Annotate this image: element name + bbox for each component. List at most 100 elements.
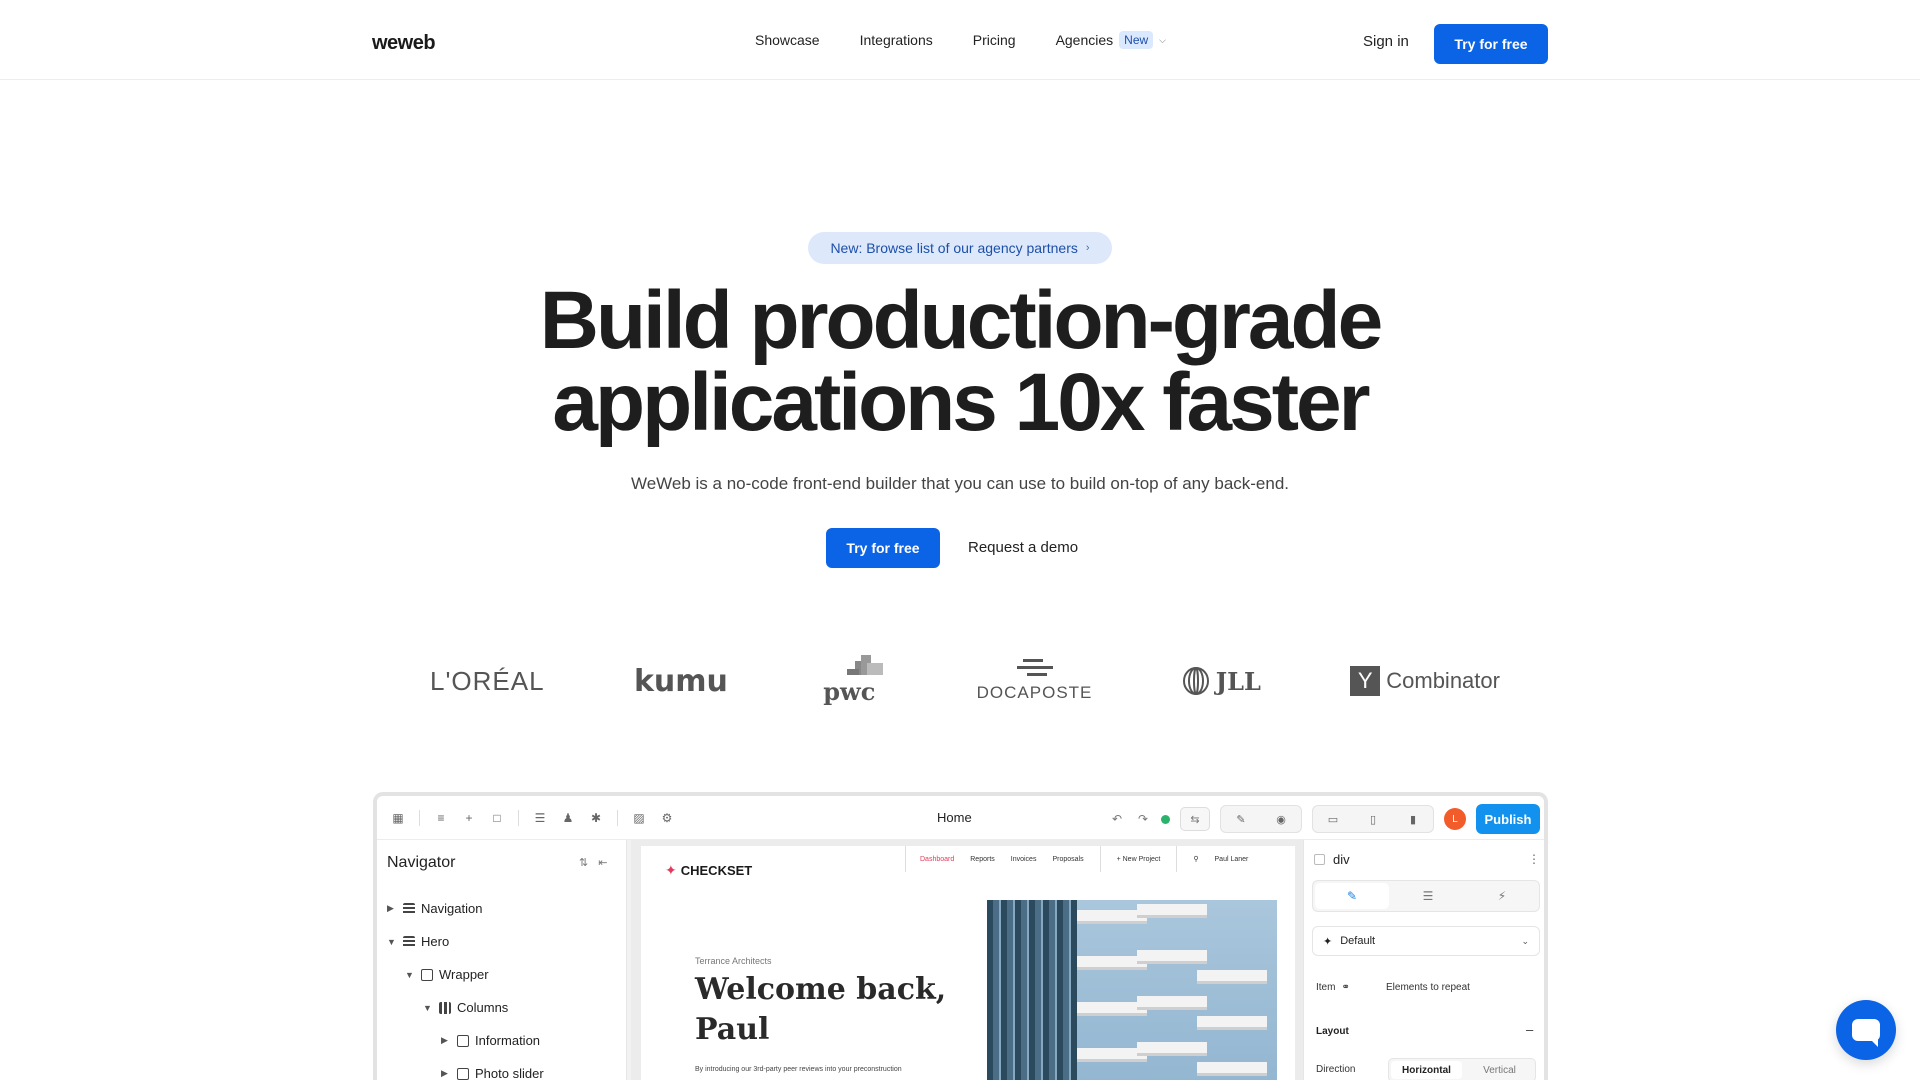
preview-search-icon[interactable]: ⚲ [1193,855,1198,863]
preview-divider [1099,846,1101,872]
tree-item-hero[interactable]: ▼ Hero [387,925,544,958]
bind-icon[interactable]: ⚭ [1341,982,1349,993]
layout-section-title: Layout [1316,1026,1349,1037]
element-tag: div [1333,852,1350,867]
gear-icon[interactable]: ⚙ [660,811,674,825]
hero-headline: Build production-grade applications 10x … [0,280,1920,444]
try-for-free-button[interactable]: Try for free [1434,24,1548,64]
preview-menu: Dashboard Reports Invoices Proposals + N… [905,846,1248,872]
checkset-logo: ✦ CHECKSET [665,862,752,879]
collapse-section-icon[interactable]: – [1526,1022,1533,1037]
y-combinator-logo: Y Combinator [1350,666,1500,696]
sync-icon[interactable]: ⇆ [1180,807,1210,831]
nav-link-showcase[interactable]: Showcase [755,32,820,48]
pwc-wordmark: pwc [823,677,876,706]
tree-item-columns[interactable]: ▼ Columns [387,991,544,1024]
page-icon[interactable]: □ [490,811,504,825]
caret-down-icon[interactable]: ▼ [423,1003,433,1013]
kumu-wordmark: kumu [633,663,728,699]
jll-rings-icon [1182,667,1209,695]
tree-item-information[interactable]: ▶ Information [387,1024,544,1057]
close-panel-icon[interactable]: ⇤ [598,856,607,869]
preview-eye-icon[interactable]: ◉ [1261,806,1301,832]
redo-icon[interactable]: ↷ [1135,811,1151,827]
chat-launcher[interactable] [1836,1000,1896,1060]
caret-right-icon[interactable]: ▶ [441,1068,451,1079]
data-icon[interactable]: ☰ [533,811,547,825]
hero-try-for-free-button[interactable]: Try for free [826,528,940,568]
loreal-logo: L'ORÉAL [430,665,545,696]
desktop-icon[interactable]: ▭ [1313,806,1353,832]
tree-item-label: Columns [457,1000,509,1015]
caret-down-icon[interactable]: ▼ [387,937,397,947]
nav-link-integrations[interactable]: Integrations [860,32,933,48]
code-icon[interactable]: ▨ [632,811,646,825]
page-selector[interactable]: Home [937,810,972,825]
main-menu: Showcase Integrations Pricing Agencies N… [755,0,1166,80]
caret-right-icon[interactable]: ▶ [441,1035,451,1046]
kumu-logo: kumu [634,664,728,699]
state-dropdown[interactable]: ✦ Default ⌄ [1312,926,1540,956]
top-navigation: weweb Showcase Integrations Pricing Agen… [0,0,1920,80]
element-checkbox[interactable] [1314,854,1325,865]
balcony [1137,950,1207,964]
tree-item-navigation[interactable]: ▶ Navigation [387,892,544,925]
layers-icon[interactable]: ≡ [434,811,448,825]
sign-in-link[interactable]: Sign in [1363,33,1409,50]
chevron-down-icon: ⌄ [1521,935,1529,946]
nav-link-agencies[interactable]: Agencies New ⌵ [1056,31,1166,49]
avatar[interactable]: L [1444,808,1466,830]
preview-new-project[interactable]: + New Project [1117,856,1161,863]
preview-menu-reports[interactable]: Reports [970,856,995,863]
add-icon[interactable]: + [462,811,476,825]
properties-panel: div ⋮ ✎ ☰ ⚡ ✦ Default ⌄ Item ⚭ Elements … [1303,840,1544,1080]
tree-item-photo-slider[interactable]: ▶ Photo slider [387,1057,544,1080]
undo-icon[interactable]: ↶ [1109,811,1125,827]
preview-menu-dashboard[interactable]: Dashboard [920,856,954,863]
item-label: Item [1316,982,1336,993]
tree-item-wrapper[interactable]: ▼ Wrapper [387,958,544,991]
plugins-icon[interactable]: ✱ [589,811,603,825]
weweb-logo[interactable]: weweb [372,32,436,55]
request-demo-link[interactable]: Request a demo [968,539,1078,556]
mobile-icon[interactable]: ▮ [1393,806,1433,832]
preview-intro-text: By introducing our 3rd-party peer review… [695,1066,902,1073]
preview-user-menu[interactable]: Paul Laner [1215,856,1249,863]
caret-right-icon[interactable]: ▶ [387,903,397,914]
balcony [1197,970,1267,984]
selected-element: div [1314,852,1350,867]
agency-partners-pill[interactable]: New: Browse list of our agency partners … [808,232,1112,264]
balcony [1137,1042,1207,1056]
headline-line-2: applications 10x faster [552,357,1370,448]
div-icon [457,1034,469,1047]
tab-settings-icon[interactable]: ☰ [1391,881,1465,911]
publish-button[interactable]: Publish [1476,804,1540,834]
yc-wordmark: Combinator [1386,668,1500,693]
tablet-icon[interactable]: ▯ [1353,806,1393,832]
preview-menu-invoices[interactable]: Invoices [1011,856,1037,863]
editor-canvas: ✦ CHECKSET Dashboard Reports Invoices Pr… [631,840,1303,1080]
tab-style-icon[interactable]: ✎ [1315,883,1389,909]
direction-vertical[interactable]: Vertical [1464,1059,1535,1080]
edit-mode-icon[interactable]: ✎ [1221,806,1261,832]
item-property-label: Item ⚭ [1316,982,1350,993]
more-options-icon[interactable]: ⋮ [1528,852,1540,866]
balcony [1197,1062,1267,1076]
direction-horizontal[interactable]: Horizontal [1391,1061,1462,1079]
tree-item-label: Photo slider [475,1066,544,1080]
apps-grid-icon[interactable]: ▦ [391,811,405,825]
preview-menu-proposals[interactable]: Proposals [1052,856,1083,863]
page-preview[interactable]: ✦ CHECKSET Dashboard Reports Invoices Pr… [641,846,1295,1080]
collapse-all-icon[interactable]: ⇅ [579,856,588,869]
item-property-value[interactable]: Elements to repeat [1386,982,1470,993]
editor-preview: ▦ ≡ + □ ☰ ♟ ✱ ▨ ⚙ Home ↶ ↷ ⇆ ✎ ◉ ▭ ▯ ▮ L… [373,792,1548,1080]
tree-item-label: Hero [421,934,450,949]
caret-down-icon[interactable]: ▼ [405,970,415,980]
nav-link-pricing[interactable]: Pricing [973,32,1016,48]
section-icon [403,935,415,948]
users-icon[interactable]: ♟ [561,811,575,825]
toolbar-left-icons: ▦ ≡ + □ ☰ ♟ ✱ ▨ ⚙ [391,810,674,826]
tab-workflows-icon[interactable]: ⚡ [1465,881,1539,911]
jll-wordmark: JLL [1215,666,1261,696]
chevron-down-icon: ⌵ [1159,34,1166,45]
